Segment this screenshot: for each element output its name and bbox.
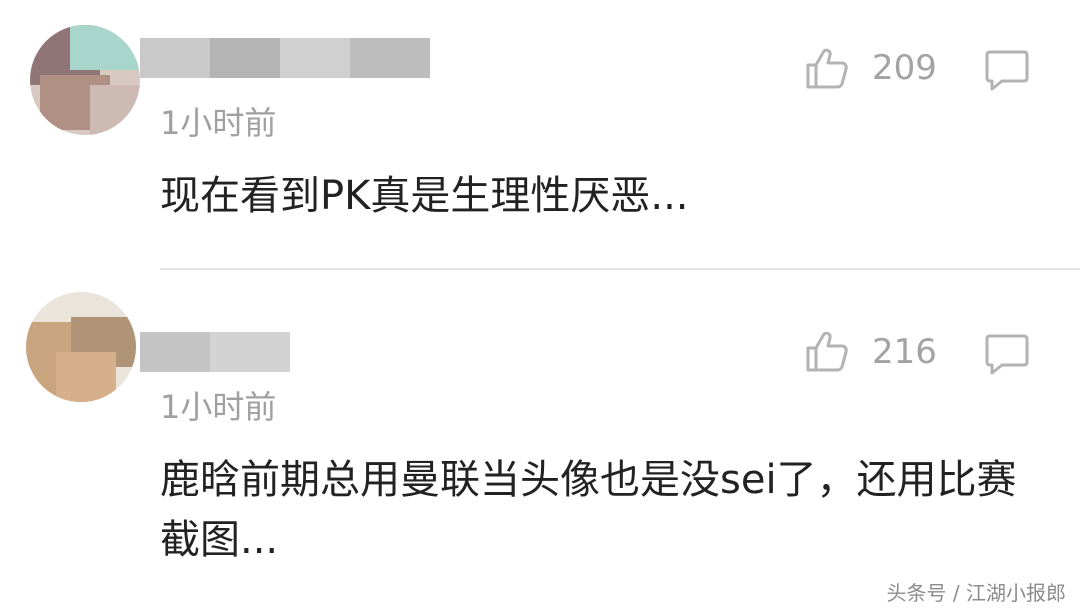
avatar[interactable] (30, 25, 140, 135)
comment-item: 1小时前 现在看到PK真是生理性厌恶... 209 (0, 0, 1080, 270)
like-count: 216 (872, 332, 937, 372)
comment-text: 现在看到PK真是生理性厌恶... (160, 173, 689, 219)
comment-text: 鹿晗前期总用曼联当头像也是没sei了，还用比赛截图... (160, 457, 1017, 563)
watermark: 头条号 / 江湖小报郎 (886, 581, 1066, 605)
reply-bubble-icon[interactable] (984, 332, 1030, 378)
like-count: 209 (872, 48, 937, 88)
comment-item: 1小时前 鹿晗前期总用曼联当头像也是没sei了，还用比赛截图... 216 (0, 270, 1080, 610)
thumbs-up-icon[interactable] (804, 45, 850, 91)
username-pixelated[interactable] (140, 332, 290, 372)
reply-bubble-icon[interactable] (984, 48, 1030, 94)
thumbs-up-icon[interactable] (804, 328, 850, 374)
comment-time: 1小时前 (160, 104, 277, 142)
username-pixelated[interactable] (140, 38, 430, 78)
avatar[interactable] (26, 292, 136, 402)
comment-time: 1小时前 (160, 388, 277, 426)
